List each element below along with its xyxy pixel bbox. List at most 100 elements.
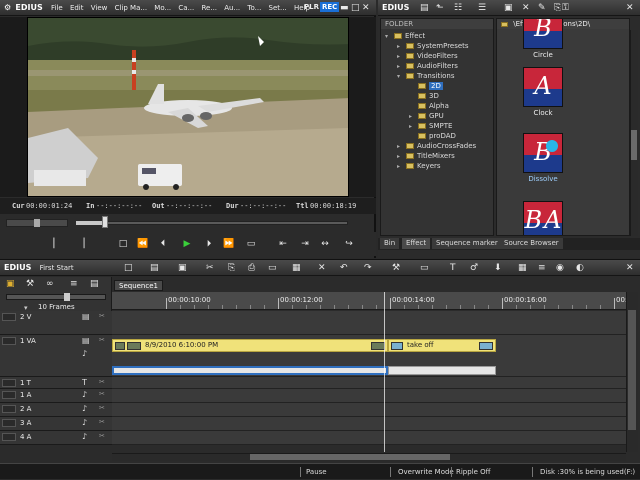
speaker-icon[interactable]: ♪: [82, 390, 87, 399]
effect-thumbnail[interactable]: BA: [523, 201, 563, 235]
mode-icon[interactable]: ⚒: [26, 279, 34, 289]
time-ruler[interactable]: 00:00:10:00 00:00:12:00 00:00:14:00 00:00:1…: [112, 292, 626, 310]
track-patch-icon[interactable]: [2, 379, 16, 387]
redo-icon[interactable]: ↷: [364, 263, 372, 273]
folder-view-icon[interactable]: ▤: [420, 3, 429, 13]
clip-video-1[interactable]: 8/9/2010 6:10:00 PM: [112, 339, 388, 352]
replace-icon[interactable]: ↔: [318, 238, 332, 250]
tree-item[interactable]: ▸ SMPTE: [381, 121, 452, 131]
new-folder-icon[interactable]: ▣: [504, 3, 513, 13]
playhead-marker-icon[interactable]: [102, 216, 108, 228]
lock-icon[interactable]: ⚿: [562, 3, 569, 13]
color-correct-icon[interactable]: ◐: [576, 263, 584, 273]
tree-item[interactable]: ▸ SystemPresets: [381, 41, 469, 51]
tree-item[interactable]: ▾ Effect: [381, 31, 425, 41]
title-tool-icon[interactable]: T: [450, 263, 456, 273]
title-track-icon[interactable]: T: [82, 378, 87, 387]
menu-view[interactable]: View: [91, 4, 108, 12]
cut-icon[interactable]: ✂: [206, 263, 214, 273]
open-icon[interactable]: ▤: [150, 263, 159, 273]
effect-thumbnail[interactable]: A: [523, 67, 563, 107]
track-scissors-icon[interactable]: ✂: [99, 390, 105, 398]
menu-tools[interactable]: To...: [247, 4, 261, 12]
sync-icon[interactable]: ▭: [420, 263, 429, 273]
track-header[interactable]: 3 A ♪ ✂: [0, 417, 112, 431]
rec-button[interactable]: REC: [320, 2, 340, 12]
zoom-level[interactable]: 10 Frames: [38, 303, 75, 311]
tab-effect[interactable]: Effect: [402, 238, 432, 249]
track-patch-icon[interactable]: [2, 391, 16, 399]
toggle-icon[interactable]: ▤: [82, 312, 90, 321]
stop-icon[interactable]: □: [116, 238, 130, 250]
menu-mode[interactable]: Mo...: [154, 4, 171, 12]
overwrite-icon[interactable]: ⇥: [298, 238, 312, 250]
edit-icon[interactable]: ✎: [538, 3, 546, 13]
ripple-icon[interactable]: ▦: [292, 263, 301, 273]
tree-item[interactable]: Alpha: [381, 101, 449, 111]
track-header[interactable]: 2 V ▤ ✂: [0, 311, 112, 335]
track-header[interactable]: 2 A ♪ ✂: [0, 403, 112, 417]
track-scissors-icon[interactable]: ✂: [99, 312, 105, 320]
tree-icon[interactable]: ☷: [454, 3, 462, 13]
tree-item[interactable]: ▸ VideoFilters: [381, 51, 458, 61]
menu-settings[interactable]: Set...: [269, 4, 287, 12]
effect-scroll-thumb[interactable]: [631, 130, 637, 160]
maximize-icon[interactable]: □: [351, 3, 360, 13]
copy-icon[interactable]: ⎘: [554, 3, 561, 13]
speaker-icon[interactable]: ♪: [82, 418, 87, 427]
timeline-hscroll-thumb[interactable]: [250, 454, 450, 460]
tree-item[interactable]: ▸ GPU: [381, 111, 444, 121]
step-forward-icon[interactable]: ⏵: [202, 238, 216, 250]
undo-icon[interactable]: ↶: [340, 263, 348, 273]
timeline-vscroll-thumb[interactable]: [628, 310, 636, 430]
marker-icon[interactable]: ⚒: [392, 263, 400, 273]
export-tl-icon[interactable]: ⬇: [494, 263, 502, 273]
speaker-icon[interactable]: ♪: [82, 349, 87, 358]
new-icon[interactable]: □: [124, 263, 133, 273]
sync-lock-icon[interactable]: ∞: [46, 279, 54, 289]
grid-icon[interactable]: ▦: [518, 263, 527, 273]
plr-button[interactable]: PLR: [304, 3, 319, 11]
audio-waveform-1[interactable]: [112, 366, 388, 375]
track-scissors-icon[interactable]: ✂: [99, 404, 105, 412]
tree-item[interactable]: ▸ AudioFilters: [381, 61, 458, 71]
delete-icon[interactable]: ✕: [522, 3, 530, 13]
track-scissors-icon[interactable]: ✂: [99, 432, 105, 440]
menu-capture[interactable]: Ca...: [178, 4, 194, 12]
track-patch-icon[interactable]: [2, 313, 16, 321]
tree-item[interactable]: ▸ AudioCrossFades: [381, 141, 476, 151]
track-header[interactable]: 1 A ♪ ✂: [0, 389, 112, 403]
track-header[interactable]: 1 VA ▤ ♪ ✂: [0, 335, 112, 377]
toggle-icon[interactable]: ▤: [82, 336, 90, 345]
track-lane[interactable]: [112, 403, 626, 417]
track-lane[interactable]: [112, 389, 626, 403]
zoom-slider[interactable]: [6, 294, 106, 300]
menu-file[interactable]: File: [51, 4, 63, 12]
view-toggle-icon[interactable]: ≡: [70, 279, 78, 289]
track-lane[interactable]: [112, 311, 626, 335]
insert-icon[interactable]: ⇤: [276, 238, 290, 250]
effect-thumbnail[interactable]: B: [523, 133, 563, 173]
set-in-icon[interactable]: ▏: [50, 238, 64, 250]
track-lane[interactable]: [112, 431, 626, 445]
tree-item[interactable]: 3D: [381, 91, 439, 101]
menu-clip-marker[interactable]: Clip Ma...: [115, 4, 147, 12]
jog-handle[interactable]: [34, 219, 40, 227]
tree-item[interactable]: ▸ Keyers: [381, 161, 441, 171]
menu-audio[interactable]: Au...: [224, 4, 240, 12]
menu-render[interactable]: Re...: [201, 4, 217, 12]
play-icon[interactable]: ▶: [180, 238, 194, 250]
tab-source-browser[interactable]: Source Browser: [500, 238, 564, 249]
snap-icon[interactable]: ▣: [6, 279, 15, 289]
speaker-icon[interactable]: ♪: [82, 404, 87, 413]
effect-thumbnail[interactable]: B: [523, 19, 563, 49]
copy-tl-icon[interactable]: ⎘: [228, 263, 235, 273]
sequence-tab[interactable]: Sequence1: [114, 280, 163, 291]
tree-item[interactable]: ▾ Transitions: [381, 71, 455, 81]
paste-icon[interactable]: ⎙: [248, 263, 255, 273]
menu-edit[interactable]: Edit: [70, 4, 84, 12]
record-icon[interactable]: ◉: [556, 263, 564, 273]
tree-item[interactable]: proDAD: [381, 131, 456, 141]
audio-waveform-2[interactable]: [388, 366, 496, 375]
track-header[interactable]: 1 T T ✂: [0, 377, 112, 389]
